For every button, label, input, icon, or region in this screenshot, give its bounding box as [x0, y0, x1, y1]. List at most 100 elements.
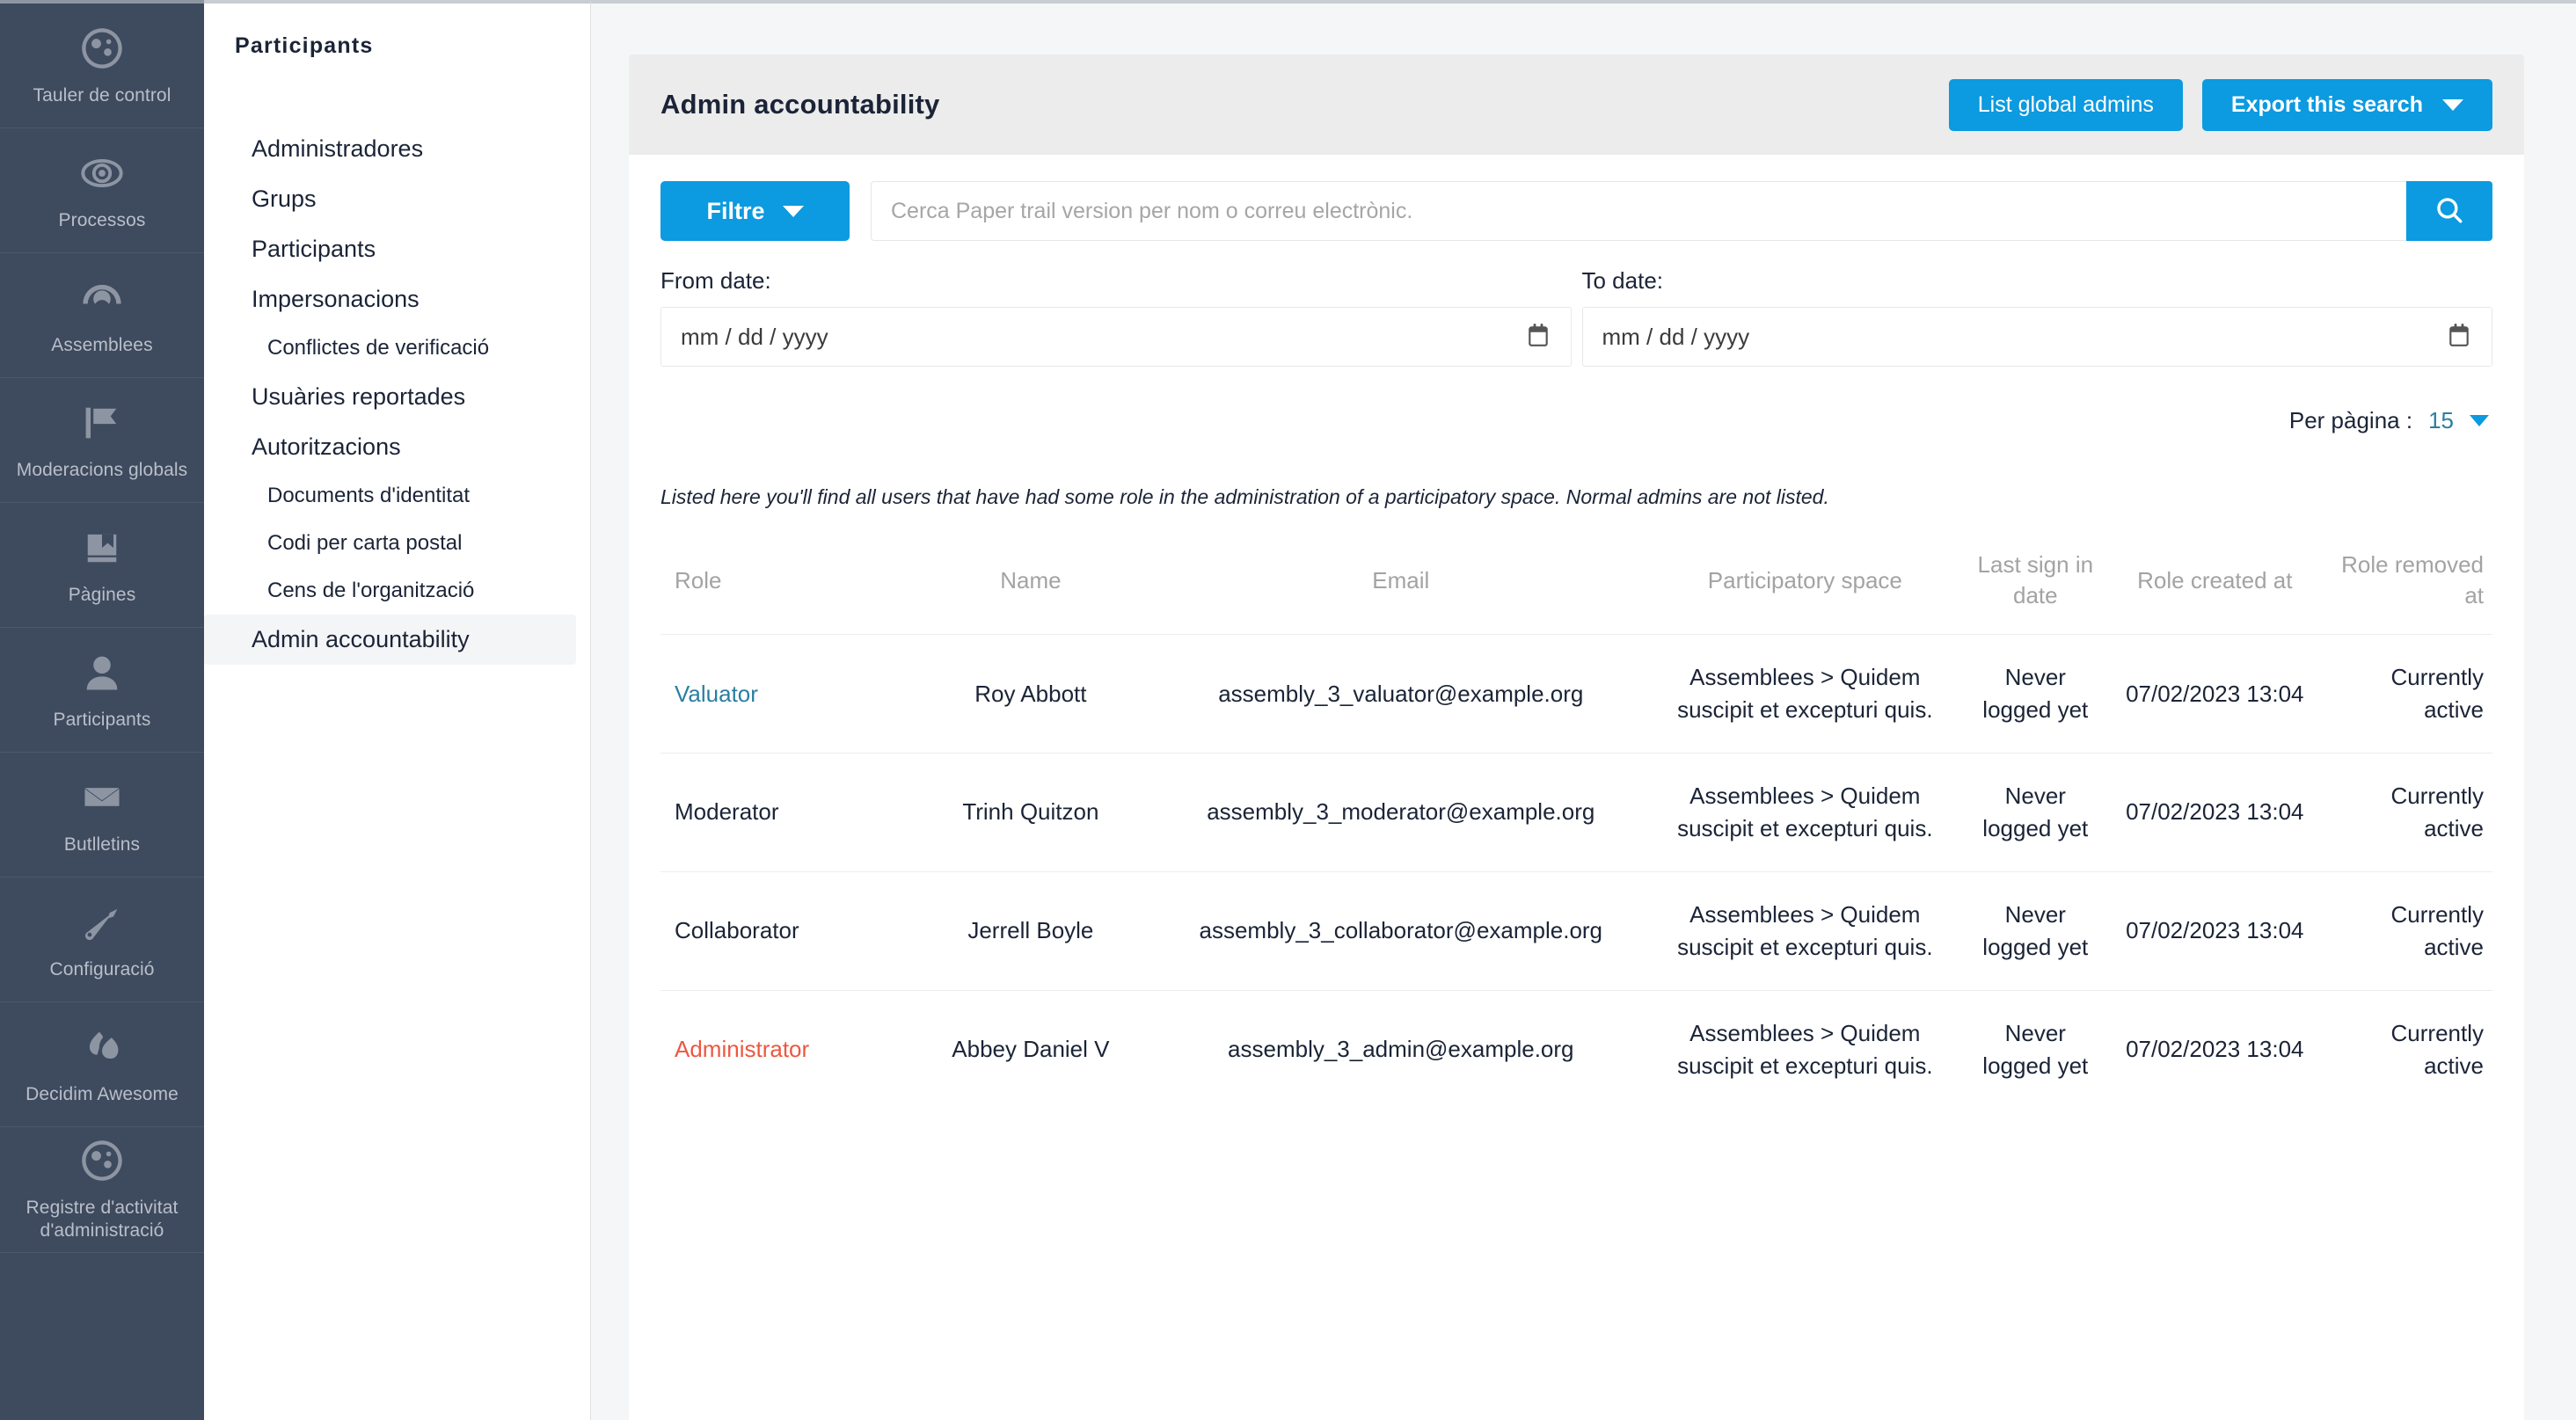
cell-name: Roy Abbott — [909, 634, 1152, 754]
column-header-last-sign-in-date: Last sign in date — [1977, 551, 2094, 609]
cell-role-removed-at: Currently active — [2318, 989, 2492, 1109]
calendar-icon[interactable] — [1527, 323, 1550, 352]
sidebar-item-label: Moderacions globals — [16, 459, 188, 480]
secondary-nav-list: Administradores Grups Participants Imper… — [204, 124, 590, 665]
table-row: Collaborator Jerrell Boyle assembly_3_co… — [660, 870, 2492, 991]
cell-last-sign-in: Never logged yet — [1959, 634, 2112, 754]
table-row: Administrator Abbey Daniel V assembly_3_… — [660, 989, 2492, 1109]
cell-email: assembly_3_admin@example.org — [1151, 989, 1651, 1109]
search-input[interactable] — [871, 181, 2406, 241]
sidebar-item-decidim-awesome[interactable]: Decidim Awesome — [0, 1002, 204, 1127]
flag-icon — [77, 398, 127, 448]
from-date-input[interactable]: mm / dd / yyyy — [660, 307, 1572, 367]
user-icon — [77, 648, 127, 697]
sidebar-item-butlletins[interactable]: Butlletins — [0, 753, 204, 877]
to-date-group: To date: mm / dd / yyyy — [1577, 267, 2492, 367]
sidebar-item-label: Processos — [58, 209, 146, 230]
flames-icon — [77, 1023, 127, 1072]
secnav-item-codi-per-carta-postal[interactable]: Codi per carta postal — [204, 520, 576, 567]
card-body: Filtre From date: — [629, 155, 2524, 1109]
chevron-down-icon[interactable] — [2470, 415, 2489, 426]
envelope-icon — [77, 773, 127, 822]
per-page-value[interactable]: 15 — [2428, 407, 2454, 434]
secnav-item-cens-de-lorganitzacio[interactable]: Cens de l'organització — [204, 567, 576, 615]
sidebar-item-tauler-de-control[interactable]: Tauler de control — [0, 4, 204, 128]
secondary-nav-title: Participants — [235, 33, 374, 58]
table-header-row: Role Name Email Participatory space Last… — [660, 532, 2492, 635]
column-header-role: Role — [675, 566, 722, 593]
cell-email: assembly_3_moderator@example.org — [1151, 753, 1651, 872]
filter-row: Filtre — [660, 181, 2492, 241]
export-label: Export this search — [2230, 91, 2423, 117]
cell-role: Collaborator — [660, 870, 910, 991]
sidebar-item-processos[interactable]: Processos — [0, 128, 204, 253]
secnav-item-admin-accountability[interactable]: Admin accountability — [204, 615, 576, 665]
sidebar-item-pagines[interactable]: Pàgines — [0, 503, 204, 628]
wrench-icon — [77, 898, 127, 947]
cell-name: Jerrell Boyle — [909, 870, 1152, 991]
list-global-admins-button[interactable]: List global admins — [1948, 78, 2183, 131]
export-this-search-button[interactable]: Export this search — [2201, 78, 2492, 131]
sidebar-item-assemblees[interactable]: Assemblees — [0, 253, 204, 378]
to-date-label: To date: — [1581, 267, 1664, 294]
primary-sidebar: Tauler de control Processos Assemblees M… — [0, 0, 204, 1420]
cell-role: Valuator — [660, 634, 910, 754]
secnav-item-impersonacions[interactable]: Impersonacions — [204, 274, 576, 324]
pages-icon — [77, 523, 127, 572]
sidebar-item-label: Participants — [53, 709, 151, 730]
sidebar-item-label: Tauler de control — [33, 84, 171, 106]
column-header-name: Name — [1000, 566, 1062, 593]
secnav-item-documents-didentitat[interactable]: Documents d'identitat — [204, 472, 576, 520]
cell-participatory-space: Assemblees > Quidem suscipit et exceptur… — [1650, 753, 1960, 872]
table-row: Valuator Roy Abbott assembly_3_valuator@… — [660, 634, 2492, 754]
sidebar-item-moderacions-globals[interactable]: Moderacions globals — [0, 378, 204, 503]
table-body: Valuator Roy Abbott assembly_3_valuator@… — [660, 634, 2492, 1109]
cell-name: Abbey Daniel V — [909, 989, 1152, 1109]
dashboard-icon — [77, 24, 127, 73]
cell-role-removed-at: Currently active — [2318, 634, 2492, 754]
sidebar-item-label: Decidim Awesome — [26, 1083, 179, 1104]
cell-role-removed-at: Currently active — [2318, 870, 2492, 991]
table-head: Role Name Email Participatory space Last… — [660, 532, 2492, 635]
cell-email: assembly_3_valuator@example.org — [1151, 634, 1651, 754]
search-icon — [2434, 195, 2464, 228]
sidebar-item-registre-activitat[interactable]: Registre d'activitat d'administració — [0, 1127, 204, 1253]
sidebar-item-participants[interactable]: Participants — [0, 628, 204, 753]
per-page-label: Per pàgina : — [2288, 407, 2413, 433]
column-header-role-removed-at: Role removed at — [2341, 551, 2484, 609]
secnav-item-participants[interactable]: Participants — [204, 224, 576, 274]
secnav-item-usuaries-reportades[interactable]: Usuàries reportades — [204, 372, 576, 422]
main-content: Admin accountability List global admins … — [591, 0, 2576, 1420]
per-page-control: Per pàgina : 15 — [660, 407, 2492, 434]
cell-email: assembly_3_collaborator@example.org — [1151, 870, 1651, 991]
search-submit-button[interactable] — [2406, 181, 2492, 241]
from-date-label: From date: — [660, 267, 771, 294]
chevron-down-icon — [782, 205, 804, 217]
secnav-item-administradores[interactable]: Administradores — [204, 124, 576, 174]
cell-role-created-at: 07/02/2023 13:04 — [2111, 634, 2319, 754]
header-actions: List global admins Export this search — [1948, 78, 2492, 131]
cell-role-removed-at: Currently active — [2318, 753, 2492, 872]
to-date-input[interactable]: mm / dd / yyyy — [1581, 307, 2492, 367]
sidebar-item-configuracio[interactable]: Configuració — [0, 877, 204, 1002]
cell-role: Moderator — [660, 753, 910, 872]
cell-role: Administrator — [660, 989, 910, 1109]
listing-note: Listed here you'll find all users that h… — [660, 485, 1829, 508]
secnav-item-autoritzacions[interactable]: Autoritzacions — [204, 422, 576, 472]
assembly-icon — [77, 273, 127, 323]
calendar-icon[interactable] — [2448, 323, 2470, 352]
page-title: Admin accountability — [660, 89, 940, 120]
role-link[interactable]: Valuator — [675, 681, 758, 707]
secnav-item-conflictes-de-verificacio[interactable]: Conflictes de verificació — [204, 324, 576, 372]
filter-button[interactable]: Filtre — [660, 181, 850, 241]
to-date-placeholder: mm / dd / yyyy — [1602, 323, 1750, 350]
admin-accountability-table: Role Name Email Participatory space Last… — [660, 532, 2492, 1109]
table-row: Moderator Trinh Quitzon assembly_3_moder… — [660, 753, 2492, 872]
admin-accountability-card: Admin accountability List global admins … — [629, 55, 2524, 1420]
cell-role-created-at: 07/02/2023 13:04 — [2111, 753, 2319, 872]
role-admin-label: Administrator — [675, 1036, 810, 1063]
cell-participatory-space: Assemblees > Quidem suscipit et exceptur… — [1650, 989, 1960, 1109]
sidebar-item-label: Registre d'activitat d'administració — [26, 1198, 179, 1242]
secnav-item-grups[interactable]: Grups — [204, 174, 576, 224]
column-header-participatory-space: Participatory space — [1707, 566, 1902, 593]
